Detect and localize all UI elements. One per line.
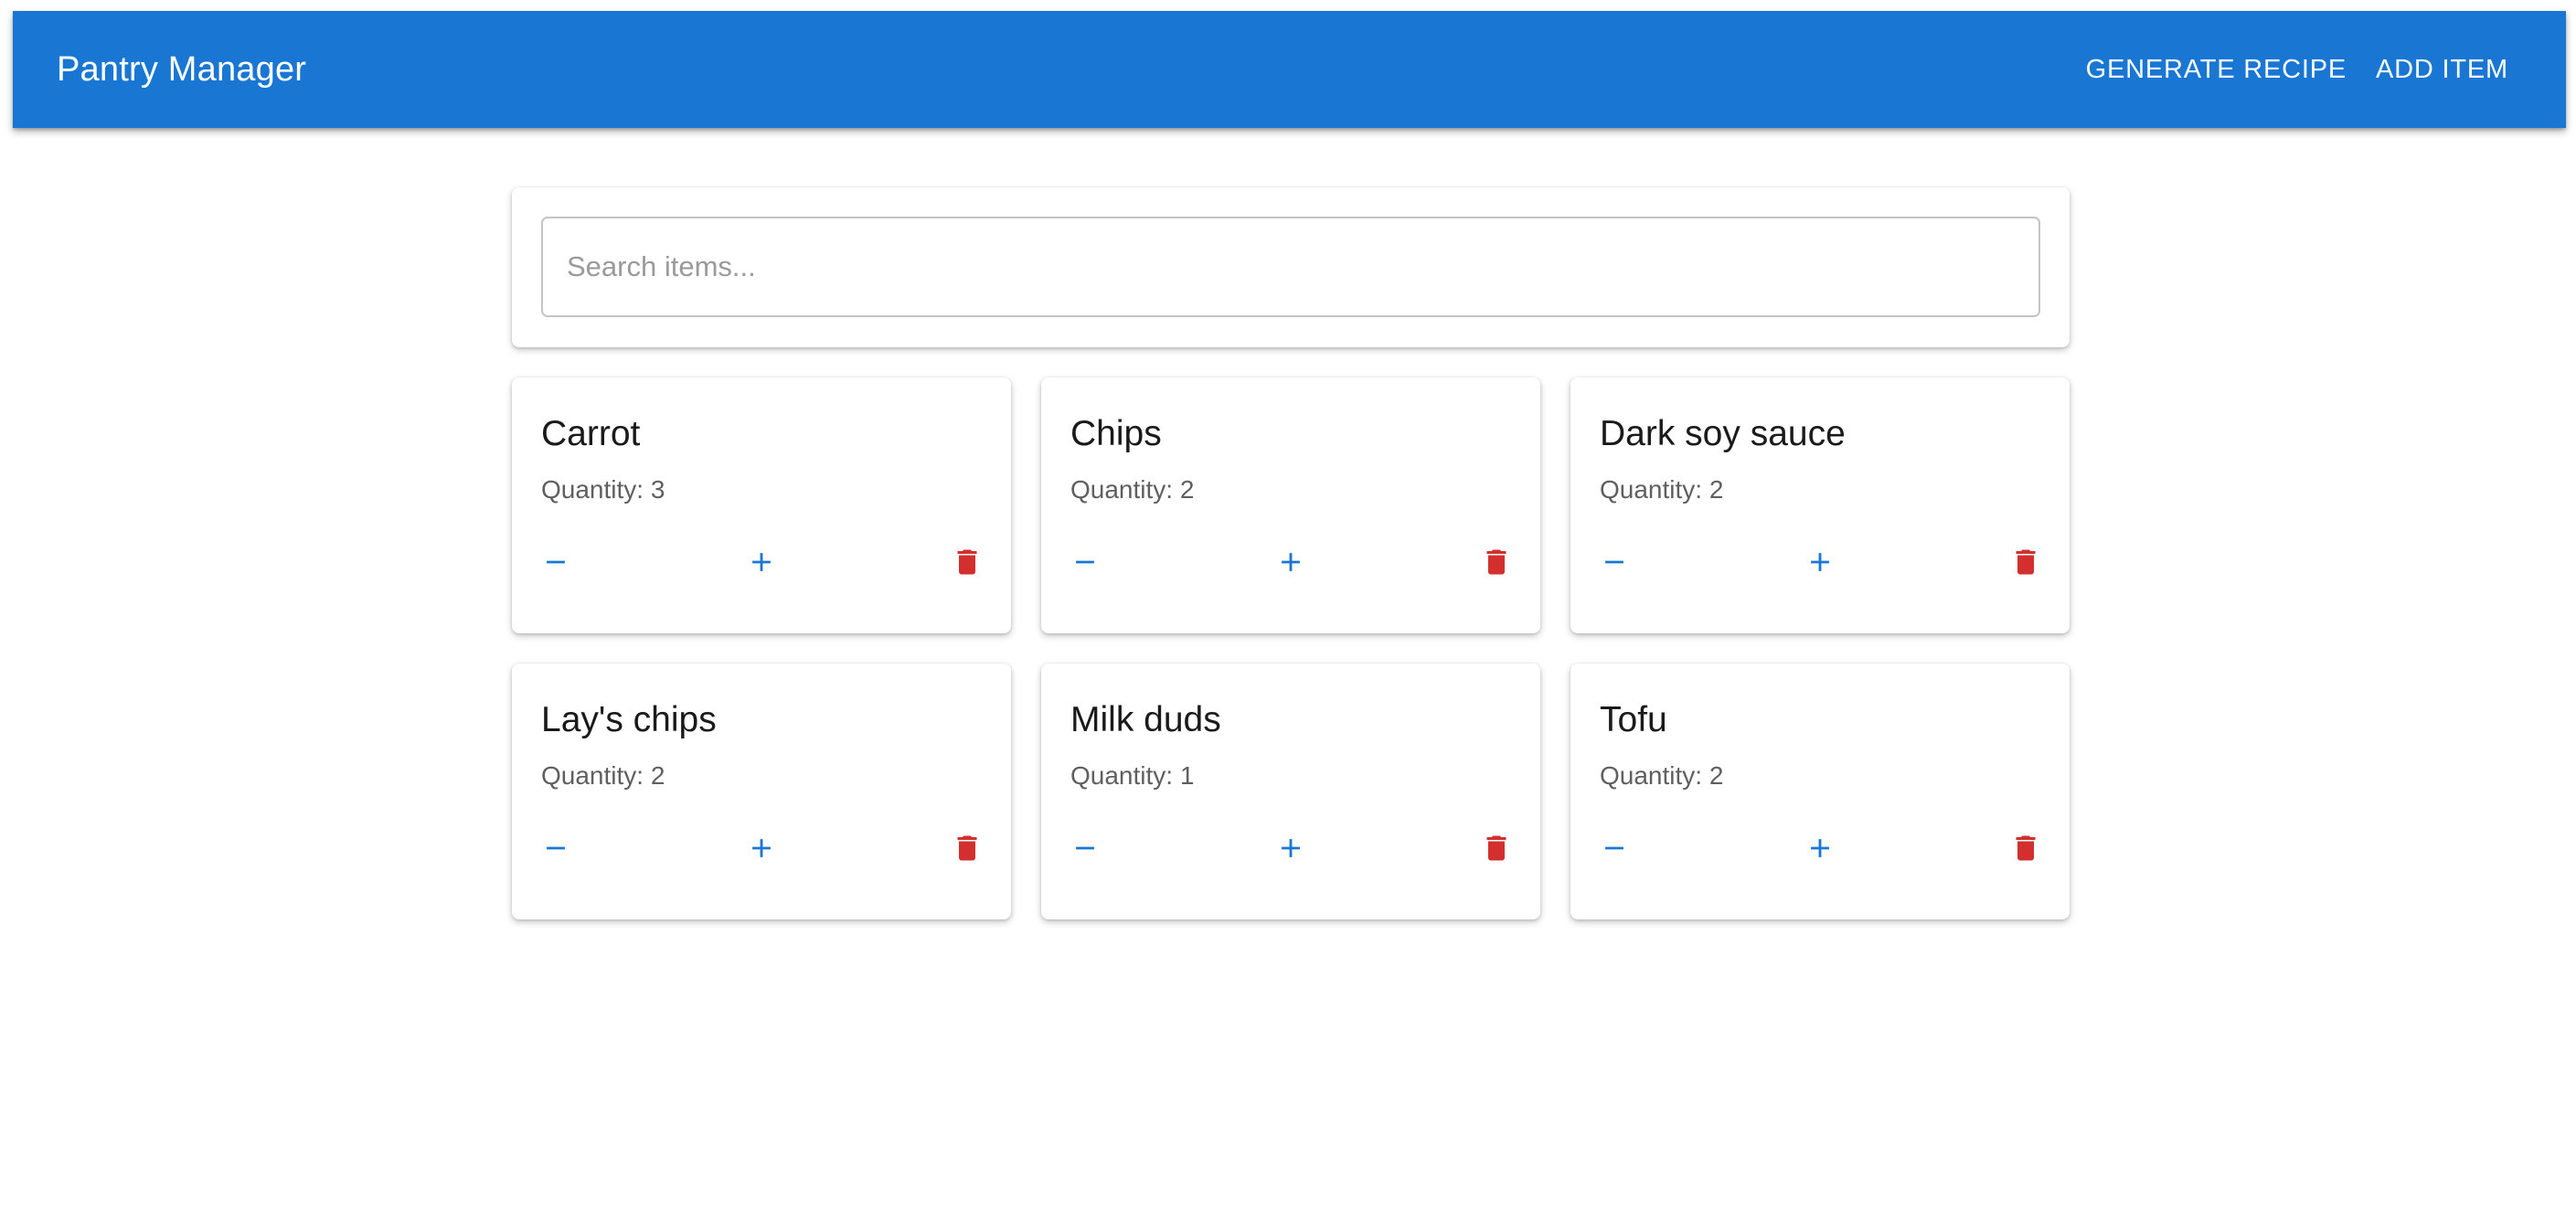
item-name: Tofu <box>1600 700 1667 739</box>
quantity-value: 2 <box>650 761 665 790</box>
item-name: Milk duds <box>1070 700 1221 739</box>
pantry-item-card: Chips Quantity: 2 <box>1041 377 1540 633</box>
delete-button[interactable] <box>1996 819 2055 877</box>
increment-button[interactable] <box>1791 819 1849 877</box>
minus-icon <box>1076 560 1094 564</box>
quantity-label: Quantity: <box>1070 475 1174 504</box>
minus-icon <box>547 560 565 564</box>
increment-button[interactable] <box>732 533 791 591</box>
item-actions <box>527 819 996 877</box>
item-name: Lay's chips <box>541 700 717 739</box>
minus-icon <box>547 846 565 850</box>
plus-icon <box>1811 839 1829 857</box>
delete-button[interactable] <box>1996 533 2055 591</box>
trash-icon <box>957 835 977 861</box>
trash-icon <box>957 549 977 575</box>
item-name: Carrot <box>541 414 641 453</box>
plus-icon <box>1282 839 1300 857</box>
minus-icon <box>1605 560 1623 564</box>
quantity-value: 3 <box>650 475 665 504</box>
plus-icon <box>752 553 771 571</box>
decrement-button[interactable] <box>1056 533 1114 591</box>
trash-icon <box>1486 549 1506 575</box>
delete-button[interactable] <box>1467 533 1526 591</box>
generate-recipe-button[interactable]: GENERATE RECIPE <box>2071 46 2361 94</box>
quantity-label: Quantity: <box>1600 761 1703 790</box>
app-title: Pantry Manager <box>57 49 307 89</box>
minus-icon <box>1605 846 1623 850</box>
item-actions <box>1056 819 1526 877</box>
item-actions <box>527 533 996 591</box>
item-quantity: Quantity: 3 <box>541 477 982 503</box>
item-actions <box>1585 819 2055 877</box>
item-actions <box>1056 533 1526 591</box>
increment-button[interactable] <box>1261 819 1320 877</box>
search-card <box>512 187 2070 347</box>
quantity-value: 2 <box>1708 475 1724 504</box>
item-actions <box>1585 533 2055 591</box>
pantry-items-grid: Carrot Quantity: 3 Chips Quantity: 2 Dar… <box>512 377 2070 919</box>
item-quantity: Quantity: 2 <box>1600 477 2040 503</box>
trash-icon <box>2016 835 2036 861</box>
app-bar: Pantry Manager GENERATE RECIPE ADD ITEM <box>13 11 2566 128</box>
quantity-value: 1 <box>1179 761 1195 790</box>
header-actions: GENERATE RECIPE ADD ITEM <box>2071 46 2523 94</box>
item-name: Dark soy sauce <box>1600 414 1846 453</box>
item-quantity: Quantity: 2 <box>1070 477 1511 503</box>
search-input[interactable] <box>541 217 2040 317</box>
increment-button[interactable] <box>732 819 791 877</box>
plus-icon <box>1811 553 1829 571</box>
decrement-button[interactable] <box>1585 533 1644 591</box>
item-quantity: Quantity: 1 <box>1070 763 1511 789</box>
pantry-item-card: Lay's chips Quantity: 2 <box>512 664 1011 919</box>
quantity-value: 2 <box>1708 761 1724 790</box>
pantry-item-card: Carrot Quantity: 3 <box>512 377 1011 633</box>
quantity-label: Quantity: <box>541 475 644 504</box>
quantity-label: Quantity: <box>541 761 644 790</box>
decrement-button[interactable] <box>527 533 585 591</box>
quantity-value: 2 <box>1179 475 1195 504</box>
trash-icon <box>2016 549 2036 575</box>
item-quantity: Quantity: 2 <box>1600 763 2040 789</box>
item-name: Chips <box>1070 414 1162 453</box>
delete-button[interactable] <box>938 819 996 877</box>
plus-icon <box>752 839 771 857</box>
pantry-item-card: Dark soy sauce Quantity: 2 <box>1570 377 2070 633</box>
minus-icon <box>1076 846 1094 850</box>
delete-button[interactable] <box>1467 819 1526 877</box>
pantry-item-card: Milk duds Quantity: 1 <box>1041 664 1540 919</box>
quantity-label: Quantity: <box>1070 761 1174 790</box>
trash-icon <box>1486 835 1506 861</box>
add-item-button[interactable]: ADD ITEM <box>2361 46 2523 94</box>
increment-button[interactable] <box>1791 533 1849 591</box>
decrement-button[interactable] <box>1585 819 1644 877</box>
item-quantity: Quantity: 2 <box>541 763 982 789</box>
increment-button[interactable] <box>1261 533 1320 591</box>
pantry-item-card: Tofu Quantity: 2 <box>1570 664 2070 919</box>
quantity-label: Quantity: <box>1600 475 1703 504</box>
decrement-button[interactable] <box>527 819 585 877</box>
delete-button[interactable] <box>938 533 996 591</box>
decrement-button[interactable] <box>1056 819 1114 877</box>
plus-icon <box>1282 553 1300 571</box>
